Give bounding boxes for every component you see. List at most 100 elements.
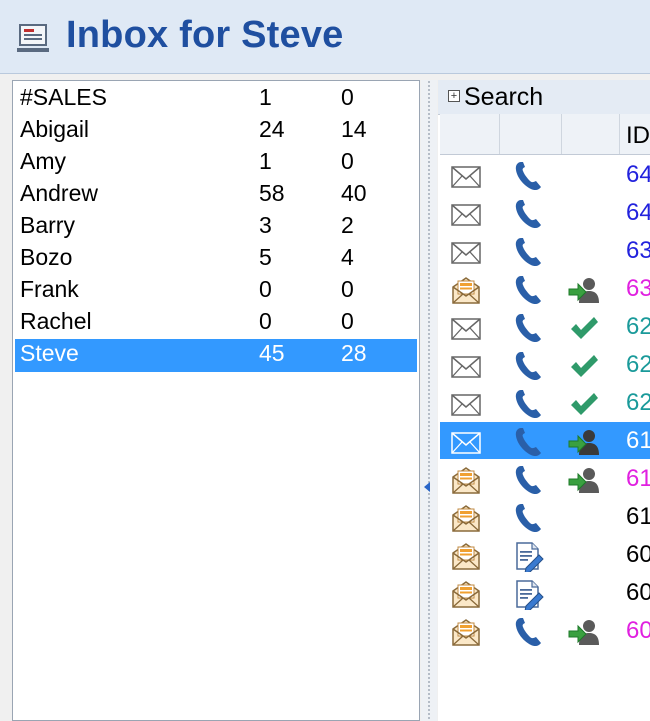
message-id: 61 [626, 427, 650, 454]
open-envelope-icon [450, 578, 482, 610]
message-row[interactable]: 63 [440, 232, 650, 269]
user-name: Abigail [20, 116, 90, 142]
message-id: 61 [626, 503, 650, 530]
search-panel-toggle[interactable]: + Search [438, 80, 650, 115]
user-row[interactable]: Abigail 24 14 [15, 115, 417, 148]
phone-icon [512, 274, 544, 306]
message-id: 63 [626, 275, 650, 302]
user-total-count: 0 [259, 276, 272, 302]
envelope-icon [450, 350, 482, 382]
phone-icon [512, 426, 544, 458]
collapse-arrow-icon[interactable] [424, 482, 430, 492]
message-id: 62 [626, 389, 650, 416]
phone-icon [512, 312, 544, 344]
user-total-count: 58 [259, 180, 285, 206]
note-edit-icon [512, 578, 544, 612]
message-row[interactable]: 62 [440, 384, 650, 421]
user-total-count: 0 [259, 308, 272, 334]
user-row[interactable]: Amy 1 0 [15, 147, 417, 180]
phone-icon [512, 160, 544, 192]
user-row[interactable]: Bozo 5 4 [15, 243, 417, 276]
user-unread-count: 0 [341, 84, 354, 110]
user-unread-count: 0 [341, 276, 354, 302]
user-total-count: 45 [259, 340, 285, 366]
column-header-type[interactable] [500, 114, 562, 154]
user-unread-count: 0 [341, 308, 354, 334]
phone-icon [512, 388, 544, 420]
column-header-mail[interactable] [440, 114, 500, 154]
user-row[interactable]: #SALES 1 0 [15, 83, 417, 116]
phone-icon [512, 464, 544, 496]
message-row[interactable]: 62 [440, 346, 650, 383]
message-row[interactable]: 62 [440, 308, 650, 345]
message-row[interactable]: 64 [440, 194, 650, 231]
user-name: Barry [20, 212, 75, 238]
phone-icon [512, 616, 544, 648]
user-unread-count: 2 [341, 212, 354, 238]
message-row[interactable]: 64 [440, 156, 650, 193]
open-envelope-icon [450, 274, 482, 306]
user-total-count: 1 [259, 148, 272, 174]
user-unread-count: 14 [341, 116, 367, 142]
phone-icon [512, 502, 544, 534]
message-id: 63 [626, 237, 650, 264]
envelope-icon [450, 160, 482, 192]
user-row[interactable]: Andrew 58 40 [15, 179, 417, 212]
user-row[interactable]: Barry 3 2 [15, 211, 417, 244]
search-label: Search [464, 83, 544, 111]
message-id: 60 [626, 617, 650, 644]
message-id: 61 [626, 465, 650, 492]
title-bar: Inbox for Steve [0, 0, 650, 74]
envelope-icon [450, 312, 482, 344]
pane-splitter[interactable] [421, 80, 437, 721]
message-row[interactable]: 61 [440, 460, 650, 497]
user-row[interactable]: Frank 0 0 [15, 275, 417, 308]
open-envelope-icon [450, 502, 482, 534]
open-envelope-icon [450, 616, 482, 648]
user-total-count: 5 [259, 244, 272, 270]
user-name: Amy [20, 148, 66, 174]
user-name: Andrew [20, 180, 98, 206]
user-unread-count: 40 [341, 180, 367, 206]
inbox-window-icon [17, 24, 49, 52]
user-total-count: 24 [259, 116, 285, 142]
message-row[interactable]: 60 [440, 574, 650, 612]
user-name: Bozo [20, 244, 73, 270]
checkmark-icon [568, 312, 600, 344]
message-id: 60 [626, 579, 650, 606]
message-row[interactable]: 61 [440, 498, 650, 535]
message-row[interactable]: 60 [440, 536, 650, 574]
envelope-icon [450, 426, 482, 458]
note-edit-icon [512, 540, 544, 574]
assign-user-icon [568, 464, 600, 496]
user-row[interactable]: Rachel 0 0 [15, 307, 417, 340]
user-list[interactable]: #SALES 1 0 Abigail 24 14 Amy 1 0 Andrew 58 40 Barry 3… [12, 80, 420, 721]
user-name: #SALES [20, 84, 107, 110]
user-row[interactable]: Steve 45 28 [15, 339, 417, 372]
message-row[interactable]: 61 [440, 422, 650, 459]
checkmark-icon [568, 388, 600, 420]
assign-user-icon [568, 426, 600, 458]
user-unread-count: 0 [341, 148, 354, 174]
user-total-count: 1 [259, 84, 272, 110]
user-name: Steve [20, 340, 79, 366]
checkmark-icon [568, 350, 600, 382]
message-id: 60 [626, 541, 650, 568]
message-row[interactable]: 63 [440, 270, 650, 307]
phone-icon [512, 198, 544, 230]
message-id: 64 [626, 161, 650, 188]
open-envelope-icon [450, 464, 482, 496]
user-name: Frank [20, 276, 79, 302]
envelope-icon [450, 388, 482, 420]
plus-icon[interactable]: + [448, 90, 460, 102]
phone-icon [512, 350, 544, 382]
grid-header: ID [440, 114, 650, 155]
phone-icon [512, 236, 544, 268]
column-header-status[interactable] [562, 114, 620, 154]
splitter-grip[interactable] [427, 80, 431, 721]
user-total-count: 3 [259, 212, 272, 238]
envelope-icon [450, 236, 482, 268]
column-header-id[interactable]: ID [626, 122, 650, 150]
message-id: 64 [626, 199, 650, 226]
message-row[interactable]: 60 [440, 612, 650, 649]
